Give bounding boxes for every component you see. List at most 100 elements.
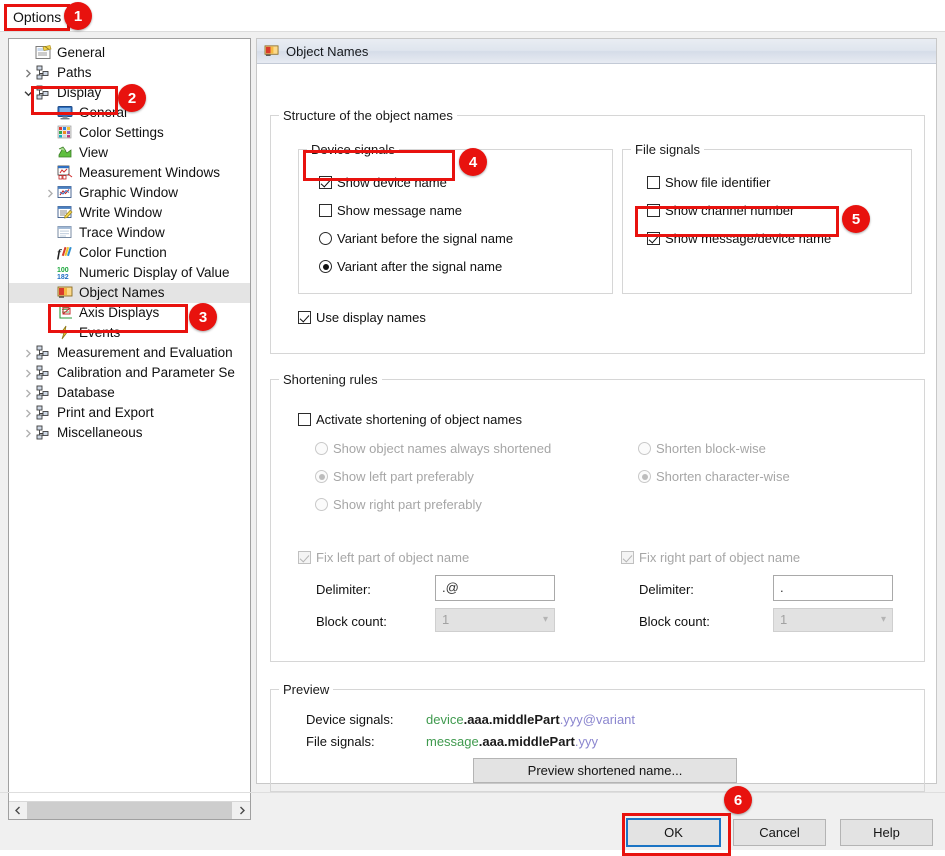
radio-icon[interactable] xyxy=(319,260,332,273)
checkbox-icon[interactable] xyxy=(647,204,660,217)
show-channel-number-checkbox[interactable]: Show channel number xyxy=(647,203,794,218)
radio-label: Shorten block-wise xyxy=(656,441,766,456)
variant-after-radio[interactable]: Variant after the signal name xyxy=(319,259,502,274)
tree-item-measurement-evaluation[interactable]: Measurement and Evaluation xyxy=(9,343,250,363)
radio-icon[interactable] xyxy=(315,470,328,483)
checkbox-icon[interactable] xyxy=(298,413,311,426)
shortening-group-title: Shortening rules xyxy=(279,372,382,387)
tree-item-events[interactable]: Events xyxy=(9,323,250,343)
tree-item-write-window[interactable]: Write Window xyxy=(9,203,250,223)
tree-horizontal-scrollbar[interactable] xyxy=(9,801,250,819)
chevron-down-icon[interactable]: ▾ xyxy=(881,609,886,631)
tree-item-label: Database xyxy=(57,385,115,400)
chevron-right-icon[interactable] xyxy=(22,383,35,403)
variant-before-radio[interactable]: Variant before the signal name xyxy=(319,231,513,246)
branch-icon xyxy=(35,385,53,401)
tree-item-view[interactable]: View xyxy=(9,143,250,163)
scrollbar-thumb[interactable] xyxy=(27,802,232,819)
tree-item-trace-window[interactable]: Trace Window xyxy=(9,223,250,243)
radio-icon[interactable] xyxy=(638,470,651,483)
tree-item-label: Calibration and Parameter Se xyxy=(57,365,235,380)
checkbox-icon[interactable] xyxy=(319,176,332,189)
preview-file-signals-label: File signals: xyxy=(306,734,375,749)
footer-divider xyxy=(0,792,945,793)
show-message-device-name-checkbox[interactable]: Show message/device name xyxy=(647,231,831,246)
scroll-left-icon[interactable] xyxy=(9,802,26,819)
preview-device-signals-value: device.aaa.middlePart.yyy@variant xyxy=(426,712,635,727)
use-display-names-checkbox[interactable]: Use display names xyxy=(298,310,426,325)
shorten-character-wise-radio[interactable]: Shorten character-wise xyxy=(638,469,790,484)
button-label: OK xyxy=(664,825,683,840)
radio-icon[interactable] xyxy=(638,442,651,455)
fix-left-part-checkbox[interactable]: Fix left part of object name xyxy=(298,550,469,565)
checkbox-icon[interactable] xyxy=(647,176,660,189)
tree-item-label: Measurement Windows xyxy=(79,165,221,180)
right-delimiter-input[interactable]: . xyxy=(773,575,893,601)
tree-item-database[interactable]: Database xyxy=(9,383,250,403)
checkbox-icon[interactable] xyxy=(298,551,311,564)
activate-shortening-checkbox[interactable]: Activate shortening of object names xyxy=(298,412,522,427)
cancel-button[interactable]: Cancel xyxy=(733,819,826,846)
tree-item-color-settings[interactable]: Color Settings xyxy=(9,123,250,143)
ok-button[interactable]: OK xyxy=(626,818,721,847)
preview-device-signals-label: Device signals: xyxy=(306,712,394,727)
chevron-right-icon[interactable] xyxy=(22,403,35,423)
show-file-identifier-checkbox[interactable]: Show file identifier xyxy=(647,175,771,190)
scroll-right-icon[interactable] xyxy=(233,802,250,819)
chevron-right-icon[interactable] xyxy=(44,183,57,203)
checkbox-icon[interactable] xyxy=(621,551,634,564)
preview-shortened-name-button[interactable]: Preview shortened name... xyxy=(473,758,737,783)
tree-item-general[interactable]: General xyxy=(9,43,250,63)
chevron-down-icon[interactable] xyxy=(22,83,35,103)
structure-group-title: Structure of the object names xyxy=(279,108,457,123)
tree-item-paths[interactable]: Paths xyxy=(9,63,250,83)
tree-item-miscellaneous[interactable]: Miscellaneous xyxy=(9,423,250,443)
tree-item-label: Paths xyxy=(57,65,92,80)
tree-item-graphic-window[interactable]: Graphic Window xyxy=(9,183,250,203)
checkbox-icon[interactable] xyxy=(647,232,660,245)
checkbox-icon[interactable] xyxy=(298,311,311,324)
always-shortened-radio[interactable]: Show object names always shortened xyxy=(315,441,551,456)
tree-item-measurement-windows[interactable]: Measurement Windows xyxy=(9,163,250,183)
tree-item-print-export[interactable]: Print and Export xyxy=(9,403,250,423)
tree-item-numeric-display[interactable]: 100 182 Numeric Display of Value xyxy=(9,263,250,283)
right-block-count-value: 1 xyxy=(780,612,788,627)
chevron-right-icon[interactable] xyxy=(22,63,35,83)
chevron-right-icon[interactable] xyxy=(22,343,35,363)
tree-item-color-function[interactable]: f Color Function xyxy=(9,243,250,263)
options-title: Options xyxy=(4,4,71,31)
device-signals-group: Device signals Show device name Show mes… xyxy=(298,142,613,294)
radio-icon[interactable] xyxy=(319,232,332,245)
branch-icon xyxy=(35,85,53,101)
left-delimiter-value: .@ xyxy=(442,580,459,595)
events-icon xyxy=(57,325,75,341)
right-delimiter-value: . xyxy=(780,580,784,595)
left-delimiter-input[interactable]: .@ xyxy=(435,575,555,601)
shorten-block-wise-radio[interactable]: Shorten block-wise xyxy=(638,441,766,456)
left-block-count-value: 1 xyxy=(442,612,450,627)
left-block-count-select[interactable]: 1 ▾ xyxy=(435,608,555,632)
right-block-count-select[interactable]: 1 ▾ xyxy=(773,608,893,632)
write-window-icon xyxy=(57,205,75,221)
chevron-right-icon[interactable] xyxy=(22,363,35,383)
monitor-icon xyxy=(57,105,75,121)
fix-right-part-checkbox[interactable]: Fix right part of object name xyxy=(621,550,800,565)
tree-item-label: Axis Displays xyxy=(79,305,160,320)
tree-item-object-names[interactable]: Object Names xyxy=(9,283,250,303)
show-device-name-checkbox[interactable]: Show device name xyxy=(319,175,447,190)
tree-item-label: Trace Window xyxy=(79,225,165,240)
help-button[interactable]: Help xyxy=(840,819,933,846)
chevron-right-icon[interactable] xyxy=(22,423,35,443)
checkbox-label: Show message/device name xyxy=(665,231,832,246)
radio-icon[interactable] xyxy=(315,442,328,455)
show-message-name-checkbox[interactable]: Show message name xyxy=(319,203,462,218)
preview-file-signals-value: message.aaa.middlePart.yyy xyxy=(426,734,598,749)
tree-item-calibration-parameter[interactable]: Calibration and Parameter Se xyxy=(9,363,250,383)
settings-tree-panel[interactable]: General Paths Display General Color Sett… xyxy=(8,38,251,820)
chevron-down-icon[interactable]: ▾ xyxy=(543,609,548,631)
checkbox-icon[interactable] xyxy=(319,204,332,217)
show-right-part-radio[interactable]: Show right part preferably xyxy=(315,497,482,512)
radio-icon[interactable] xyxy=(315,498,328,511)
show-left-part-radio[interactable]: Show left part preferably xyxy=(315,469,474,484)
checkbox-label: Show message name xyxy=(337,203,463,218)
